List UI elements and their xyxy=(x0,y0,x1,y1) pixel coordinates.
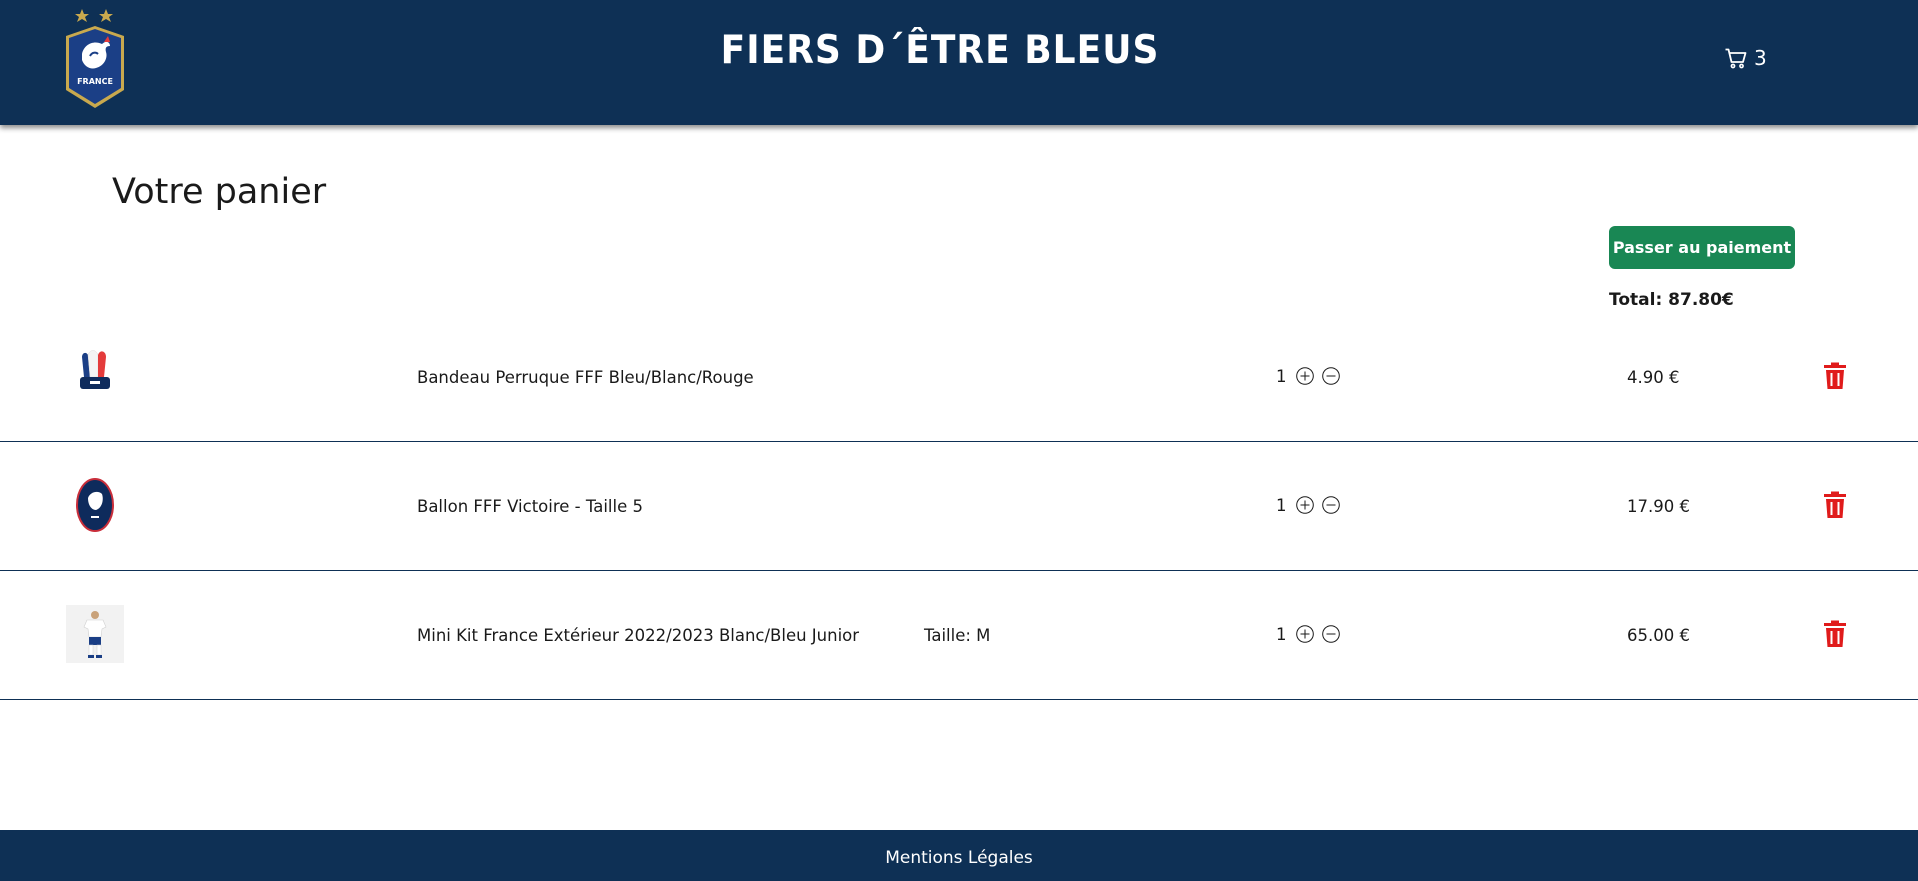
cart-link[interactable]: 3 xyxy=(1724,44,1767,72)
product-name: Mini Kit France Extérieur 2022/2023 Blan… xyxy=(417,626,860,645)
product-thumbnail xyxy=(66,605,124,663)
shopping-cart-icon xyxy=(1725,48,1747,69)
trash-icon xyxy=(1824,491,1846,518)
cart-row: Bandeau Perruque FFF Bleu/Blanc/Rouge 1 … xyxy=(0,313,1918,442)
cart-row: Ballon FFF Victoire - Taille 5 1 17.90 € xyxy=(0,442,1918,571)
delete-item-button[interactable] xyxy=(1822,620,1848,648)
quantity-value: 1 xyxy=(1276,366,1287,386)
cart-total: Total: 87.80€ xyxy=(1609,290,1734,310)
minus-circle-icon xyxy=(1321,496,1340,514)
cart-row: Mini Kit France Extérieur 2022/2023 Blan… xyxy=(0,571,1918,700)
increase-quantity-button[interactable] xyxy=(1295,366,1315,386)
site-title: FIERS D´ÊTRE BLEUS xyxy=(720,28,1160,73)
product-name: Bandeau Perruque FFF Bleu/Blanc/Rouge xyxy=(417,368,754,387)
site-header: FRANCE FIERS D´ÊTRE BLEUS 3 xyxy=(0,0,1918,125)
decrease-quantity-button[interactable] xyxy=(1321,624,1341,644)
product-thumbnail xyxy=(66,476,124,534)
product-name: Ballon FFF Victoire - Taille 5 xyxy=(417,497,643,516)
delete-item-button[interactable] xyxy=(1822,491,1848,519)
product-price: 17.90 € xyxy=(1627,497,1690,516)
quantity-stepper: 1 xyxy=(1276,495,1341,515)
quantity-stepper: 1 xyxy=(1276,366,1341,386)
increase-quantity-button[interactable] xyxy=(1295,495,1315,515)
minus-circle-icon xyxy=(1321,625,1340,643)
plus-circle-icon xyxy=(1295,625,1314,643)
trash-icon xyxy=(1824,620,1846,647)
logo-text: FRANCE xyxy=(77,77,113,86)
cart-count: 3 xyxy=(1754,46,1767,70)
increase-quantity-button[interactable] xyxy=(1295,624,1315,644)
plus-circle-icon xyxy=(1295,496,1314,514)
quantity-value: 1 xyxy=(1276,624,1287,644)
page-title: Votre panier xyxy=(112,172,327,212)
cart-list: Bandeau Perruque FFF Bleu/Blanc/Rouge 1 … xyxy=(0,313,1918,700)
site-footer: Mentions Légales xyxy=(0,830,1918,881)
football-thumbnail xyxy=(76,478,114,532)
decrease-quantity-button[interactable] xyxy=(1321,366,1341,386)
minus-circle-icon xyxy=(1321,367,1340,385)
decrease-quantity-button[interactable] xyxy=(1321,495,1341,515)
trash-icon xyxy=(1824,362,1846,389)
delete-item-button[interactable] xyxy=(1822,362,1848,390)
product-size: Taille: M xyxy=(924,626,991,645)
quantity-value: 1 xyxy=(1276,495,1287,515)
checkout-button[interactable]: Passer au paiement xyxy=(1609,226,1795,269)
product-price: 65.00 € xyxy=(1627,626,1690,645)
legal-notice-link[interactable]: Mentions Légales xyxy=(885,848,1033,868)
product-thumbnail xyxy=(66,347,124,405)
mini-kit-thumbnail xyxy=(66,605,124,663)
headband-wig-thumbnail xyxy=(80,350,110,389)
plus-circle-icon xyxy=(1295,367,1314,385)
quantity-stepper: 1 xyxy=(1276,624,1341,644)
product-price: 4.90 € xyxy=(1627,368,1680,387)
